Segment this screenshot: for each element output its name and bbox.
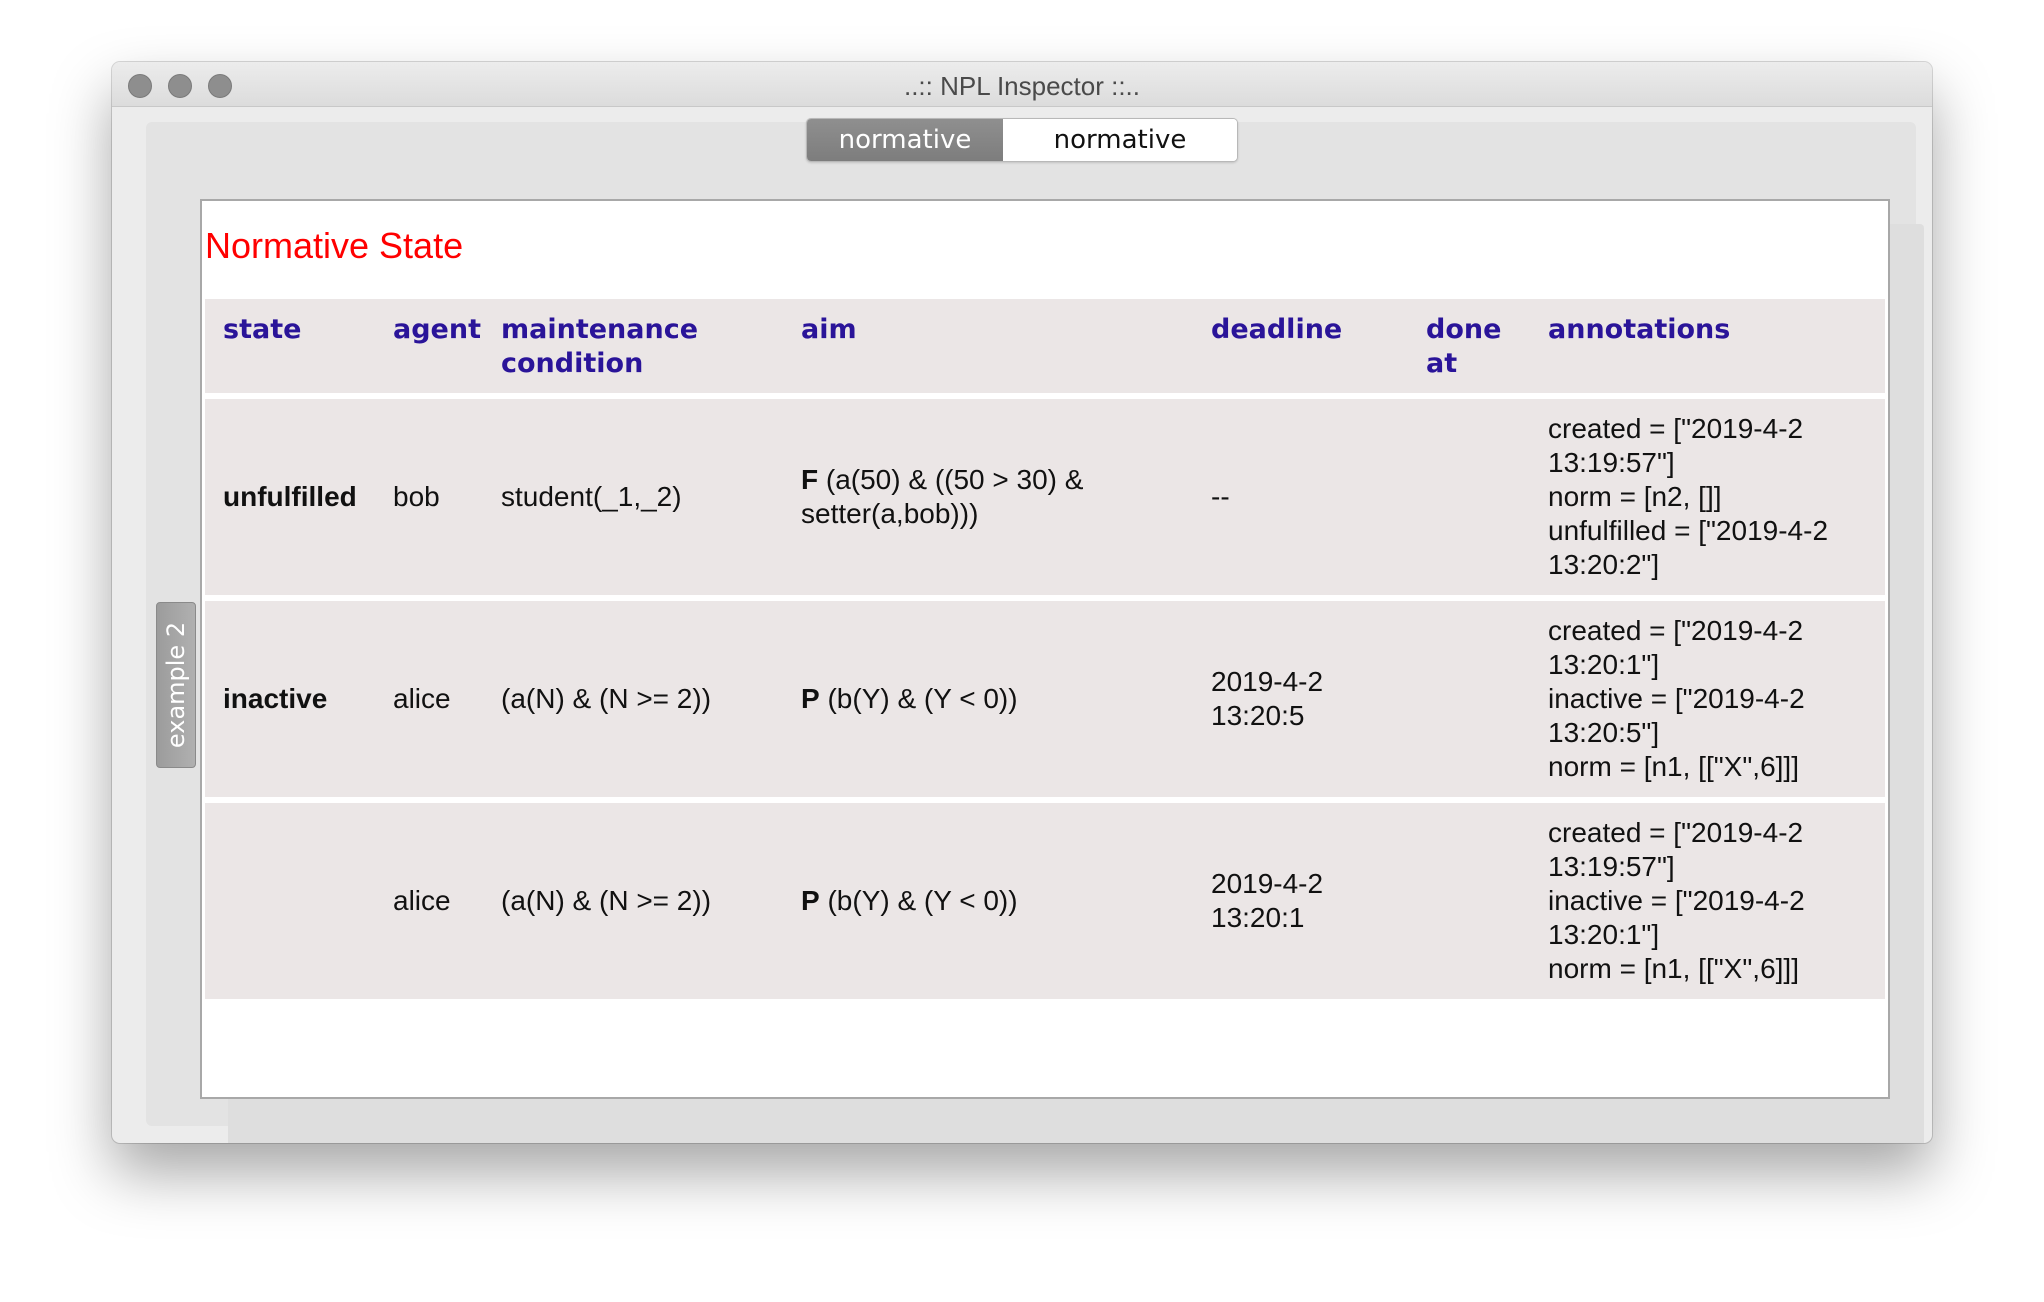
column-header-maintenance-condition[interactable]: maintenance condition	[483, 299, 783, 393]
column-header-state[interactable]: state	[205, 299, 375, 393]
deadline-line1: --	[1211, 481, 1230, 512]
normative-state-table: state agent maintenance condition aim dea…	[205, 293, 1885, 1005]
cell-state: inactive	[205, 601, 375, 797]
cell-aim: P (b(Y) & (Y < 0))	[783, 803, 1193, 999]
aim-text-line1: (a(50) & ((50 > 30) &	[818, 464, 1084, 495]
annotation-line: created = ["2019-4-2	[1548, 615, 1804, 646]
side-tab-example-2[interactable]: example 2	[156, 602, 196, 768]
annotation-line: 13:20:5"]	[1548, 717, 1660, 748]
column-header-annotations[interactable]: annotations	[1530, 299, 1885, 393]
annotation-line: unfulfilled = ["2019-4-2	[1548, 515, 1829, 546]
column-header-maintenance-line1: maintenance	[501, 314, 699, 345]
window-title: ..:: NPL Inspector ::..	[903, 71, 1141, 101]
annotation-line: 13:19:57"]	[1548, 447, 1675, 478]
cell-agent: alice	[375, 803, 483, 999]
cell-maintenance: (a(N) & (N >= 2))	[483, 803, 783, 999]
annotation-line: created = ["2019-4-2	[1548, 413, 1804, 444]
annotation-line: 13:20:2"]	[1548, 549, 1660, 580]
view-tabs: normative state normative facts	[806, 118, 1238, 162]
table-row[interactable]: unfulfilled bob student(_1,_2) F (a(50) …	[205, 399, 1885, 595]
cell-agent: alice	[375, 601, 483, 797]
column-header-done-line2: at	[1426, 348, 1458, 379]
cell-maintenance: (a(N) & (N >= 2))	[483, 601, 783, 797]
cell-state	[205, 803, 375, 999]
aim-modality: F	[801, 464, 819, 495]
column-header-done-line1: done	[1426, 314, 1502, 345]
aim-text-line2: setter(a,bob)))	[801, 498, 979, 529]
annotation-line: 13:20:1"]	[1548, 649, 1660, 680]
cell-annotations: created = ["2019-4-2 13:19:57"] inactive…	[1530, 803, 1885, 999]
table-header-row: state agent maintenance condition aim dea…	[205, 299, 1885, 393]
table-row[interactable]: alice (a(N) & (N >= 2)) P (b(Y) & (Y < 0…	[205, 803, 1885, 999]
cell-done-at	[1408, 399, 1530, 595]
inspector-window: ..:: NPL Inspector ::.. example 2 normat…	[112, 62, 1932, 1143]
aim-modality: P	[801, 885, 820, 916]
cell-annotations: created = ["2019-4-2 13:20:1"] inactive …	[1530, 601, 1885, 797]
cell-deadline: --	[1193, 399, 1408, 595]
cell-done-at	[1408, 601, 1530, 797]
annotation-line: created = ["2019-4-2	[1548, 817, 1804, 848]
deadline-line1: 2019-4-2	[1211, 868, 1324, 899]
deadline-line2: 13:20:5	[1211, 700, 1305, 731]
cell-state: unfulfilled	[205, 399, 375, 595]
column-header-done-at[interactable]: done at	[1408, 299, 1530, 393]
cell-agent: bob	[375, 399, 483, 595]
title-bar[interactable]: ..:: NPL Inspector ::..	[112, 62, 1932, 107]
cell-done-at	[1408, 803, 1530, 999]
annotation-line: 13:19:57"]	[1548, 851, 1675, 882]
tab-normative-state[interactable]: normative state	[807, 119, 1003, 161]
normative-state-view: Normative State state agent maintenance c…	[200, 199, 1890, 1099]
cell-aim: P (b(Y) & (Y < 0))	[783, 601, 1193, 797]
annotation-line: inactive = ["2019-4-2	[1548, 683, 1805, 714]
page-title: Normative State	[205, 225, 464, 266]
deadline-line2: 13:20:1	[1211, 902, 1305, 933]
column-header-aim[interactable]: aim	[783, 299, 1193, 393]
table-row[interactable]: inactive alice (a(N) & (N >= 2)) P (b(Y)…	[205, 601, 1885, 797]
cell-aim: F (a(50) & ((50 > 30) & setter(a,bob)))	[783, 399, 1193, 595]
column-header-maintenance-line2: condition	[501, 348, 644, 379]
annotation-line: inactive = ["2019-4-2	[1548, 885, 1805, 916]
annotation-line: 13:20:1"]	[1548, 919, 1660, 950]
annotation-line: norm = [n1, [["X",6]]]	[1548, 751, 1799, 782]
cell-deadline: 2019-4-2 13:20:1	[1193, 803, 1408, 999]
annotation-line: norm = [n2, []]	[1548, 481, 1722, 512]
cell-deadline: 2019-4-2 13:20:5	[1193, 601, 1408, 797]
annotation-line: norm = [n1, [["X",6]]]	[1548, 953, 1799, 984]
aim-text-line1: (b(Y) & (Y < 0))	[819, 885, 1018, 916]
tab-normative-facts[interactable]: normative facts	[1003, 119, 1237, 161]
side-tab-label: example 2	[162, 621, 190, 749]
column-header-deadline[interactable]: deadline	[1193, 299, 1408, 393]
column-header-agent[interactable]: agent	[375, 299, 483, 393]
aim-text-line1: (b(Y) & (Y < 0))	[819, 683, 1018, 714]
cell-annotations: created = ["2019-4-2 13:19:57"] norm = […	[1530, 399, 1885, 595]
deadline-line1: 2019-4-2	[1211, 666, 1324, 697]
aim-modality: P	[801, 683, 820, 714]
cell-maintenance: student(_1,_2)	[483, 399, 783, 595]
